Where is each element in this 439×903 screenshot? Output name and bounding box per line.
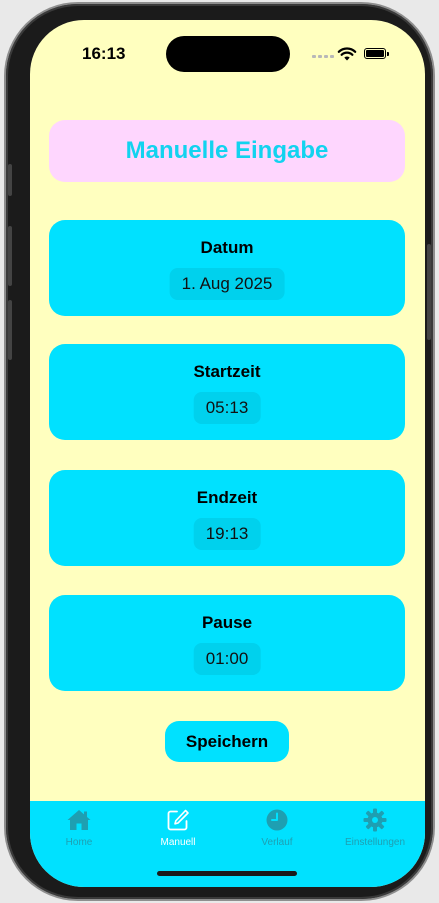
pause-picker[interactable]: 01:00 <box>193 643 261 675</box>
mute-switch <box>8 164 12 196</box>
clock-icon <box>266 809 288 831</box>
pause-card: Pause 01:00 <box>49 595 405 691</box>
edit-icon <box>167 809 189 831</box>
volume-up-button <box>8 226 12 286</box>
dynamic-island <box>166 36 290 72</box>
tab-home-label: Home <box>65 837 93 848</box>
tab-home[interactable]: Home <box>30 805 128 848</box>
start-time-picker[interactable]: 05:13 <box>193 392 261 424</box>
tab-einstellungen[interactable]: Einstellungen <box>326 805 424 848</box>
wifi-icon <box>337 47 357 61</box>
tab-einstellungen-label: Einstellungen <box>344 837 406 848</box>
tab-verlauf[interactable]: Verlauf <box>228 805 326 848</box>
tab-manuell-label: Manuell <box>160 837 196 848</box>
start-time-card: Startzeit 05:13 <box>49 344 405 440</box>
battery-icon <box>364 48 389 59</box>
cellular-signal-icon <box>312 55 334 58</box>
status-time: 16:13 <box>82 44 126 63</box>
end-time-card: Endzeit 19:13 <box>49 470 405 566</box>
house-icon <box>67 810 91 830</box>
tab-bar: Home Manuell Verlauf Einstellungen <box>30 801 425 887</box>
save-button[interactable]: Speichern <box>165 721 289 762</box>
home-indicator <box>157 871 297 876</box>
status-bar: 16:13 <box>30 20 425 84</box>
end-time-label: Endzeit <box>196 488 258 507</box>
page-title: Manuelle Eingabe <box>125 137 329 164</box>
date-card: Datum 1. Aug 2025 <box>49 220 405 316</box>
date-label: Datum <box>200 238 254 257</box>
start-time-label: Startzeit <box>193 362 261 381</box>
gear-icon <box>363 808 387 832</box>
power-button <box>427 244 431 340</box>
end-time-picker[interactable]: 19:13 <box>193 518 261 550</box>
date-picker[interactable]: 1. Aug 2025 <box>169 268 285 300</box>
phone-frame: 16:13 Manuelle Eingabe Datum 1. Aug 2025… <box>6 4 433 899</box>
pause-label: Pause <box>201 613 253 632</box>
volume-down-button <box>8 300 12 360</box>
tab-verlauf-label: Verlauf <box>261 837 293 848</box>
screen: 16:13 Manuelle Eingabe Datum 1. Aug 2025… <box>30 20 425 887</box>
tab-manuell[interactable]: Manuell <box>129 805 227 848</box>
title-card: Manuelle Eingabe <box>49 120 405 182</box>
